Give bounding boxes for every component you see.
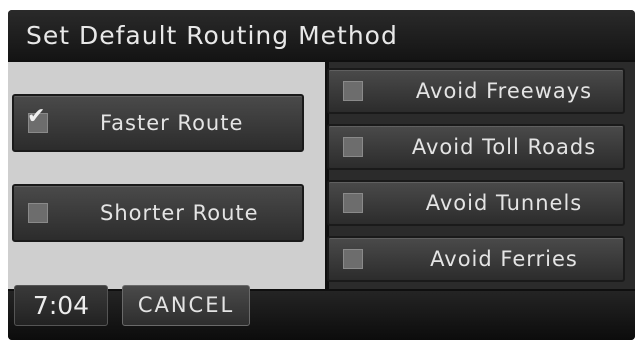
empty-checkbox-icon [343, 137, 363, 157]
faster-route-label: Faster Route [100, 111, 244, 135]
avoid-ferries-label: Avoid Ferries [430, 247, 578, 271]
avoid-freeways-button[interactable]: Avoid Freeways [327, 68, 625, 114]
avoid-freeways-label: Avoid Freeways [415, 79, 593, 103]
empty-checkbox-icon [28, 203, 48, 223]
clock-display: 7:04 [14, 285, 108, 326]
shorter-route-button[interactable]: Shorter Route [12, 184, 304, 242]
title-bar: Set Default Routing Method [8, 10, 635, 60]
cancel-button[interactable]: CANCEL [122, 285, 250, 326]
avoid-tunnels-label: Avoid Tunnels [425, 191, 583, 215]
empty-checkbox-icon [343, 249, 363, 269]
avoid-toll-roads-label: Avoid Toll Roads [411, 135, 597, 159]
avoid-ferries-button[interactable]: Avoid Ferries [327, 236, 625, 282]
empty-checkbox-icon [343, 193, 363, 213]
checkmark-icon: ✔ [27, 106, 48, 133]
page-title: Set Default Routing Method [26, 21, 398, 50]
faster-route-button[interactable]: ✔ Faster Route [12, 94, 304, 152]
avoid-toll-roads-button[interactable]: Avoid Toll Roads [327, 124, 625, 170]
avoid-tunnels-button[interactable]: Avoid Tunnels [327, 180, 625, 226]
shorter-route-label: Shorter Route [100, 201, 259, 225]
empty-checkbox-icon [343, 81, 363, 101]
